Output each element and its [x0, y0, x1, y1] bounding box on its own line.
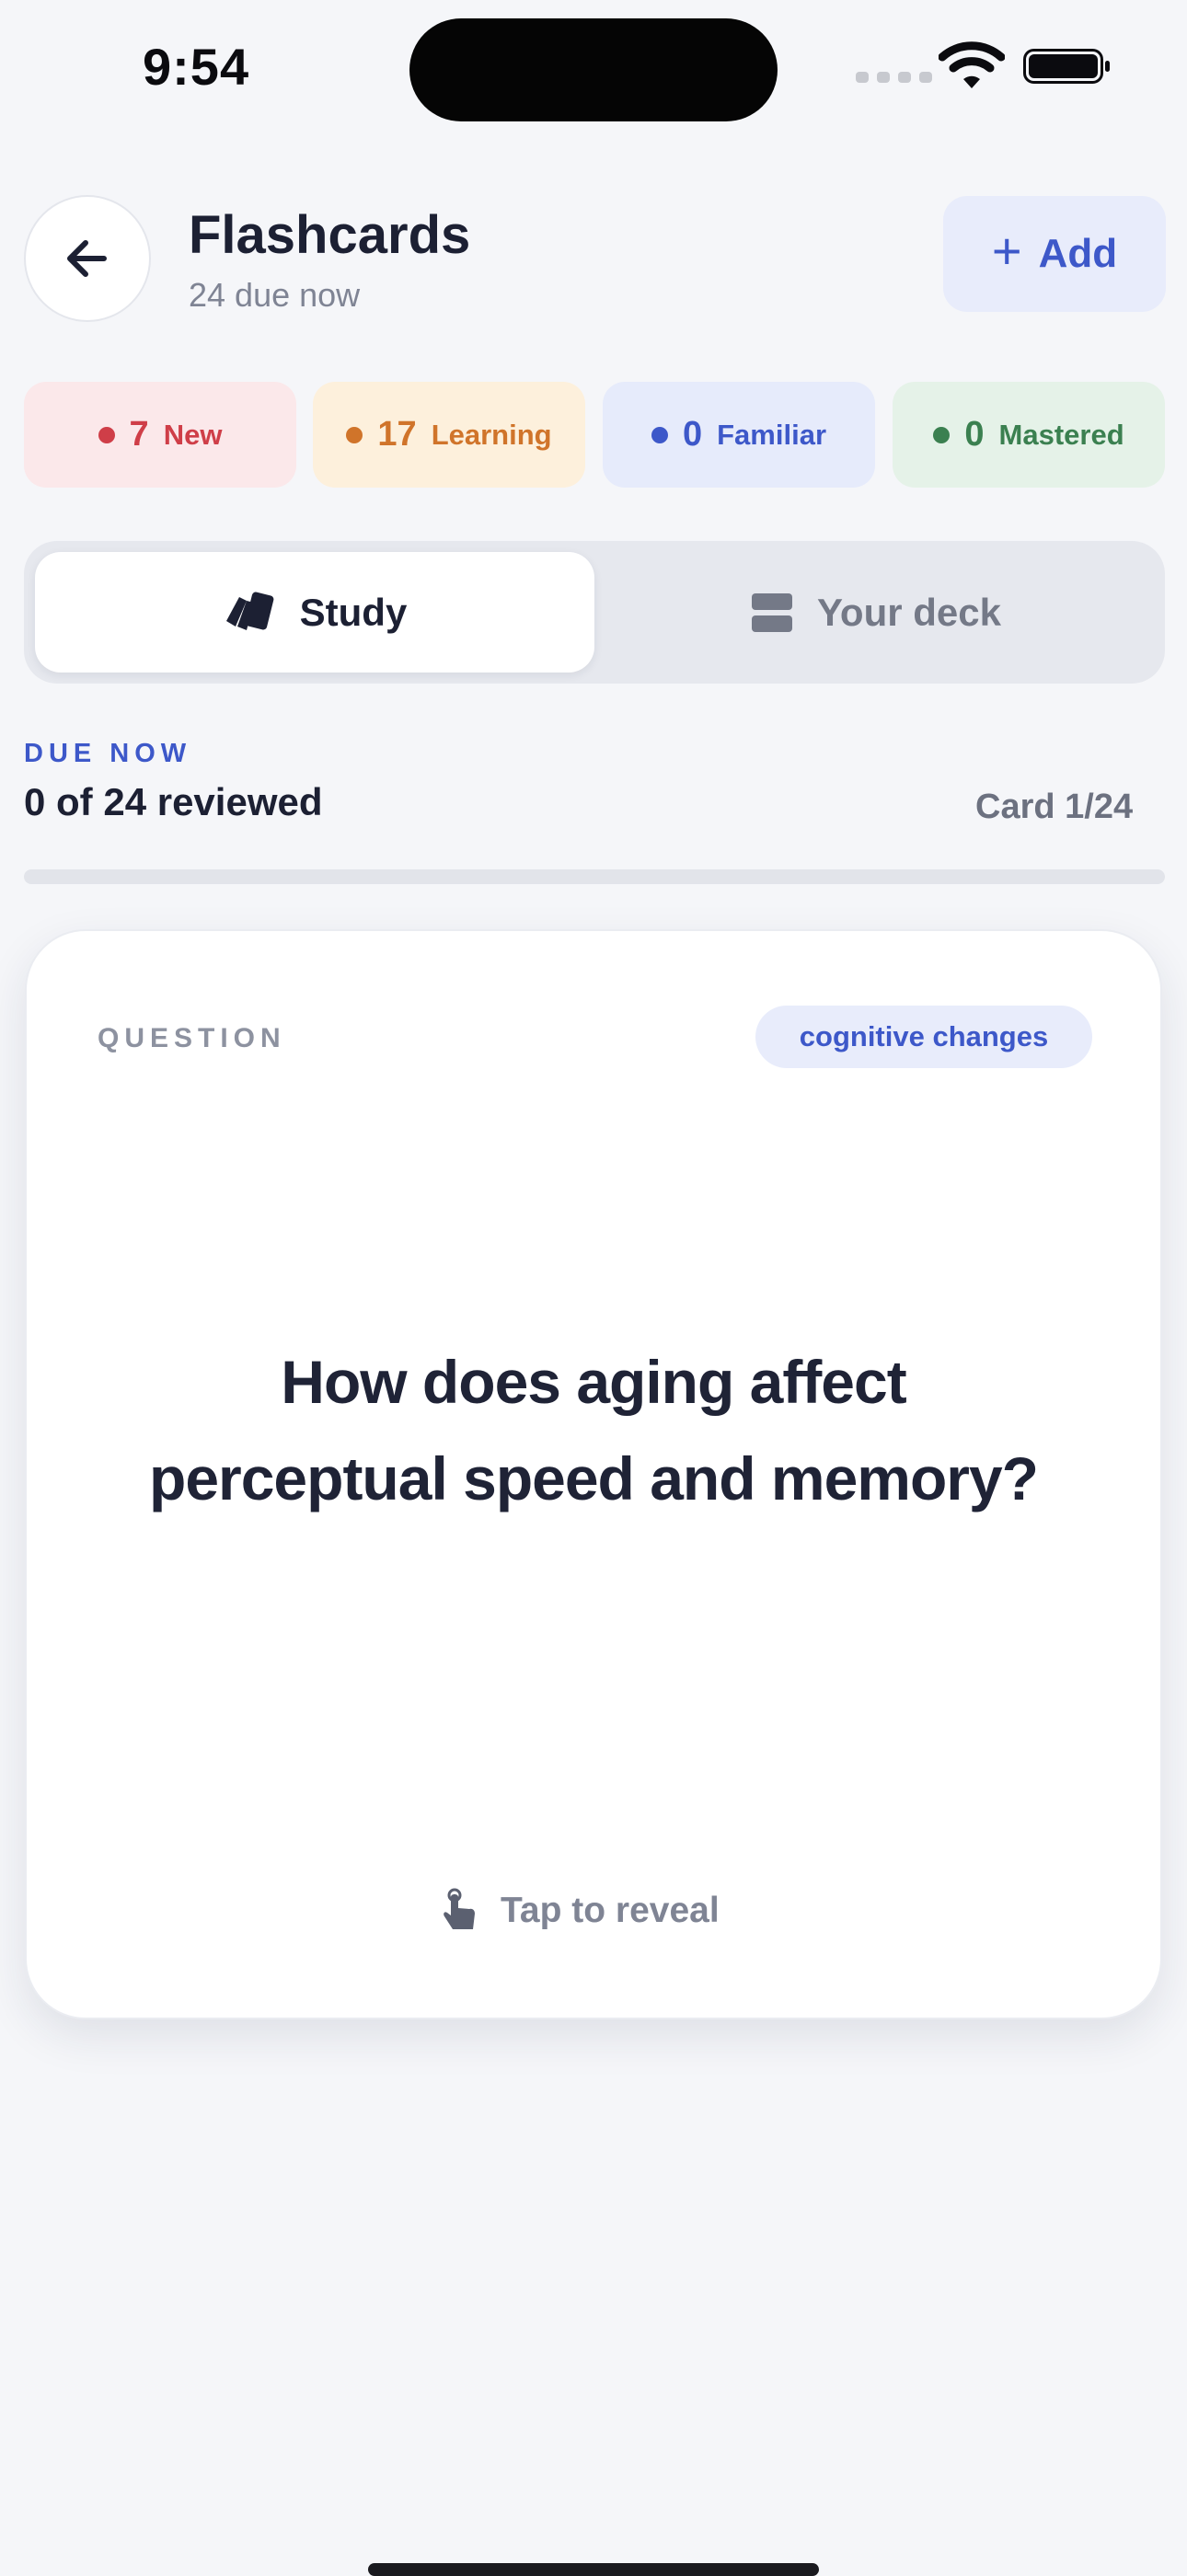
- tab-your-deck-label: Your deck: [817, 590, 1001, 634]
- tap-hand-icon: [444, 1888, 475, 1929]
- stat-count: 0: [964, 415, 985, 454]
- stat-chip-new[interactable]: 7 New: [24, 382, 296, 488]
- reveal-hint: Tap to reveal: [501, 1891, 720, 1930]
- home-indicator: [368, 2563, 819, 2576]
- progress-track: [24, 869, 1165, 884]
- status-dot: [651, 426, 668, 443]
- stat-chip-learning[interactable]: 17 Learning: [313, 382, 585, 488]
- page-title: Flashcards: [189, 205, 471, 265]
- card-position: Card 1/24: [975, 788, 1134, 826]
- stack-icon: [752, 592, 793, 632]
- wifi-icon: [939, 41, 1005, 88]
- status-dot: [933, 426, 951, 443]
- stat-count: 0: [682, 415, 703, 454]
- status-dot: [346, 426, 363, 443]
- arrow-left-icon: [67, 240, 107, 277]
- tap-to-reveal[interactable]: Tap to reveal: [442, 1888, 720, 1934]
- plus-icon: +: [991, 222, 1022, 280]
- cellular-signal-icon: [856, 72, 932, 83]
- status-time: 9:54: [143, 38, 250, 96]
- add-button-label: Add: [1038, 231, 1118, 276]
- stat-label: Learning: [431, 418, 552, 451]
- stat-count: 7: [129, 415, 149, 454]
- stat-chip-familiar[interactable]: 0 Familiar: [603, 382, 875, 488]
- topic-tag: cognitive changes: [755, 1006, 1092, 1068]
- tab-study[interactable]: Study: [35, 552, 594, 673]
- cards-icon: [225, 592, 274, 630]
- stat-label: Familiar: [717, 418, 827, 451]
- battery-icon: [1023, 49, 1110, 84]
- tab-your-deck[interactable]: Your deck: [598, 552, 1154, 673]
- section-label: DUE NOW: [24, 739, 192, 768]
- stat-label: New: [163, 418, 223, 451]
- stat-label: Mastered: [998, 418, 1124, 451]
- card-side-label: QUESTION: [98, 1023, 286, 1053]
- status-dot: [98, 426, 115, 443]
- tab-study-label: Study: [299, 590, 408, 634]
- stat-chip-mastered[interactable]: 0 Mastered: [893, 382, 1165, 488]
- page-subtitle: 24 due now: [189, 276, 361, 314]
- reviewed-count: 0 of 24 reviewed: [24, 780, 323, 823]
- add-button[interactable]: + Add: [943, 196, 1166, 312]
- question-text: How does aging affect perceptual speed a…: [149, 1348, 1039, 1512]
- back-button[interactable]: [24, 195, 151, 322]
- stat-count: 17: [377, 415, 417, 454]
- dynamic-island: [409, 18, 778, 121]
